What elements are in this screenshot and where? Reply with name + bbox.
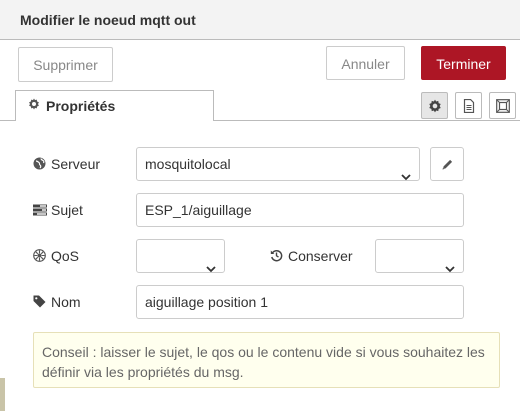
tab-properties-label: Propriétés [46, 98, 116, 114]
topic-input[interactable]: ESP_1/aiguillage [136, 193, 464, 227]
name-input[interactable]: aiguillage position 1 [136, 285, 464, 319]
globe-icon [33, 157, 49, 173]
name-label-text: Nom [51, 294, 81, 310]
server-label-text: Serveur [51, 156, 101, 172]
gear-icon [28, 98, 40, 113]
delete-button[interactable]: Supprimer [18, 47, 113, 82]
server-select-value: mosquitolocal [145, 156, 231, 172]
cancel-button[interactable]: Annuler [326, 46, 405, 80]
dialog-title: Modifier le noeud mqtt out [20, 12, 196, 28]
name-input-value: aiguillage position 1 [145, 294, 268, 310]
qos-select[interactable] [136, 239, 225, 273]
retain-label-text: Conserver [288, 248, 353, 264]
retain-label: Conserver [270, 248, 353, 265]
done-button[interactable]: Terminer [421, 46, 506, 80]
properties-view-button[interactable] [421, 92, 448, 119]
chevron-down-icon [445, 252, 455, 284]
retain-select[interactable] [375, 239, 464, 273]
tab-properties[interactable]: Propriétés [15, 90, 214, 121]
description-view-button[interactable] [455, 92, 482, 119]
dialog-titlebar: Modifier le noeud mqtt out [0, 0, 520, 40]
history-icon [270, 249, 286, 265]
tip-box: Conseil : laisser le sujet, le qos ou le… [33, 332, 500, 388]
qos-label: QoS [33, 248, 79, 265]
edit-server-button[interactable] [430, 147, 464, 181]
tasks-icon [33, 203, 49, 219]
background-strip [0, 378, 5, 411]
appearance-view-button[interactable] [489, 92, 516, 119]
tip-text: Conseil : laisser le sujet, le qos ou le… [42, 344, 485, 380]
chevron-down-icon [401, 160, 411, 192]
topic-input-value: ESP_1/aiguillage [145, 202, 252, 218]
chevron-down-icon [206, 252, 216, 284]
name-label: Nom [33, 294, 81, 311]
topic-label: Sujet [33, 202, 83, 219]
topic-label-text: Sujet [51, 202, 83, 218]
tag-icon [33, 295, 49, 311]
qos-label-text: QoS [51, 248, 80, 264]
empire-icon [33, 249, 49, 265]
server-label: Serveur [33, 156, 100, 173]
server-select[interactable]: mosquitolocal [136, 147, 420, 181]
